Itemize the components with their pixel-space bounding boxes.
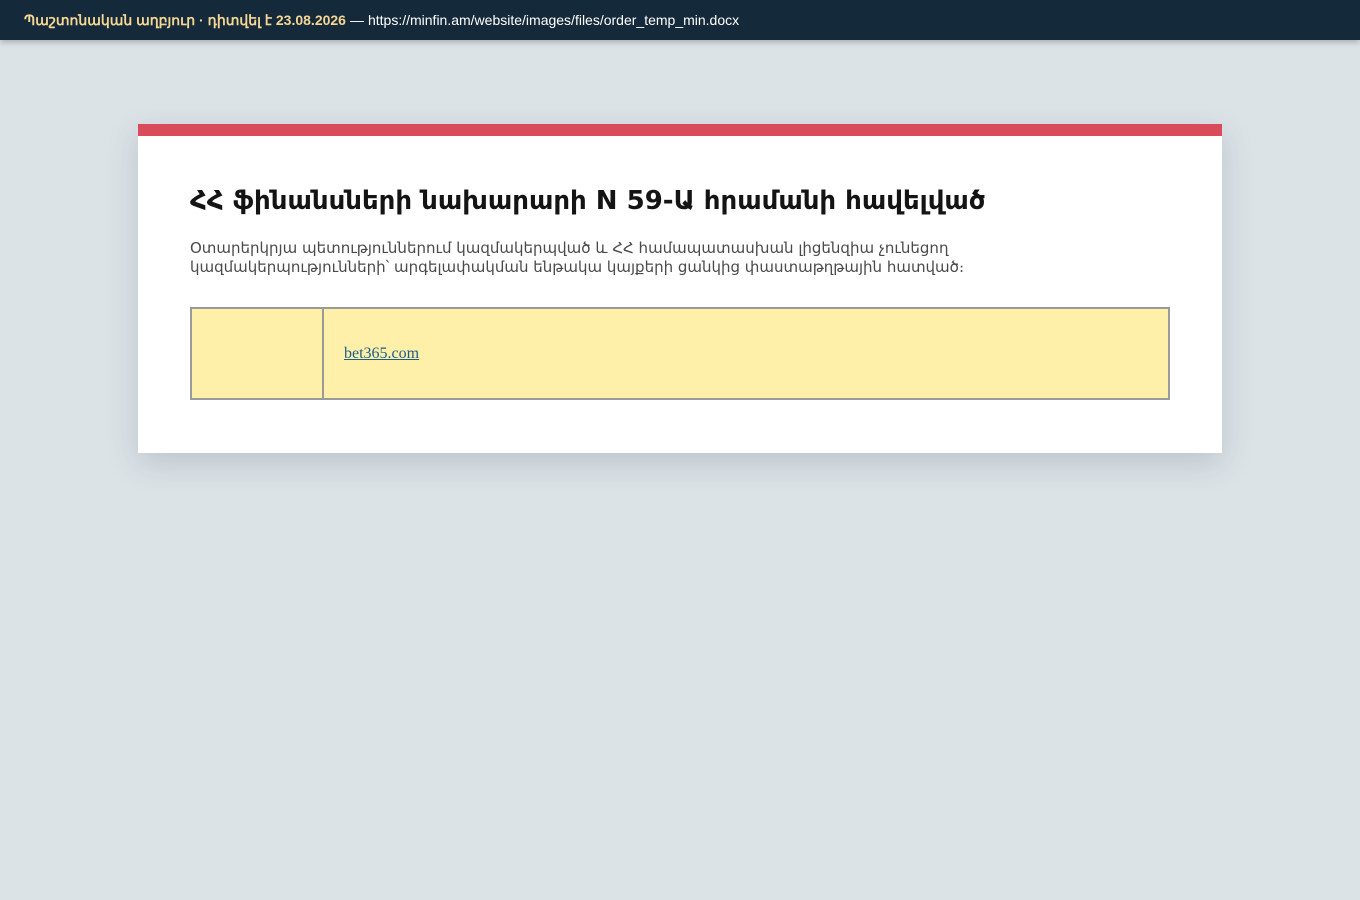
document-title: ՀՀ ֆինանսների նախարարի N 59-Ա հրամանի հա… (190, 186, 986, 216)
document-description: Օտարերկրյա պետություններում կազմակերպված… (190, 239, 965, 276)
accent-stripe (138, 124, 1222, 136)
separator: — (349, 12, 364, 28)
source-url[interactable]: https://minfin.am/website/images/files/o… (368, 12, 739, 28)
table-row: bet365.com (190, 307, 1170, 400)
site-link[interactable]: bet365.com (344, 345, 419, 362)
site-cell: bet365.com (322, 307, 1170, 400)
document-card: ՀՀ ֆինանսների նախարարի N 59-Ա հրամանի հա… (138, 124, 1222, 453)
blocked-sites-table: bet365.com (190, 307, 1170, 400)
source-bar: Պաշտոնական աղբյուր · դիտվել է 23.08.2026… (0, 0, 1360, 40)
row-number-cell (190, 307, 324, 400)
source-label: Պաշտոնական աղբյուր · դիտվել է 23.08.2026 (24, 11, 346, 28)
